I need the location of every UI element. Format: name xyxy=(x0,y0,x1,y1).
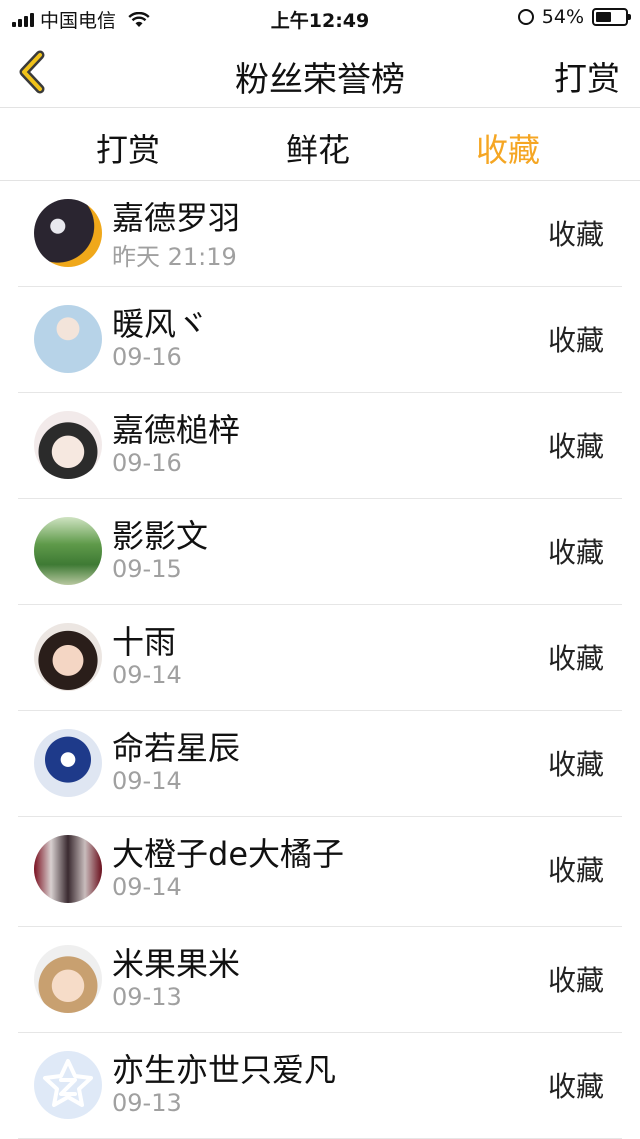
battery-percent: 54% xyxy=(541,6,584,28)
action-label: 收藏 xyxy=(547,964,604,997)
action-label: 收藏 xyxy=(547,536,604,569)
user-name: 十雨 xyxy=(112,623,177,661)
user-date: 09-13 xyxy=(112,1089,182,1117)
user-name: 命若星辰 xyxy=(112,729,241,767)
action-label: 收藏 xyxy=(547,324,604,357)
action-label: 收藏 xyxy=(547,430,604,463)
tab-favorites[interactable]: 收藏 xyxy=(476,125,540,171)
action-label: 收藏 xyxy=(547,748,604,781)
status-right: 54% xyxy=(517,6,631,28)
list-item[interactable]: 亦生亦世只爱凡 09-13 收藏 xyxy=(18,1033,622,1139)
user-date: 09-13 xyxy=(112,983,182,1011)
list-item[interactable]: 米果果米 09-13 收藏 xyxy=(18,927,622,1033)
user-date: 09-14 xyxy=(112,661,182,689)
user-date: 09-14 xyxy=(112,767,182,795)
user-date: 09-16 xyxy=(112,449,182,477)
avatar xyxy=(34,945,102,1013)
user-name: 暖风ヾ xyxy=(112,305,209,343)
list-item[interactable]: 大橙子de大橘子 09-14 收藏 xyxy=(18,817,622,927)
user-date: 09-14 xyxy=(112,873,182,901)
default-avatar-icon xyxy=(43,1059,93,1107)
avatar xyxy=(34,305,102,373)
fan-list: 嘉德罗羽 昨天 21:19 收藏 暖风ヾ 09-16 收藏 嘉德槌梓 09-16… xyxy=(0,181,640,1139)
battery-icon xyxy=(592,8,631,26)
avatar xyxy=(34,729,102,797)
tab-bar: 打赏 鲜花 收藏 xyxy=(0,109,640,181)
avatar xyxy=(34,1051,102,1119)
list-item[interactable]: 命若星辰 09-14 收藏 xyxy=(18,711,622,817)
list-item[interactable]: 暖风ヾ 09-16 收藏 xyxy=(18,287,622,393)
avatar xyxy=(34,199,102,267)
tip-button[interactable]: 打赏 xyxy=(554,52,620,100)
navigation-bar: 粉丝荣誉榜 打赏 xyxy=(0,36,640,108)
user-name: 影影文 xyxy=(112,517,209,555)
user-name: 嘉德罗羽 xyxy=(112,199,241,237)
action-label: 收藏 xyxy=(547,1070,604,1103)
list-item[interactable]: 影影文 09-15 收藏 xyxy=(18,499,622,605)
action-label: 收藏 xyxy=(547,642,604,675)
user-date: 09-15 xyxy=(112,555,182,583)
avatar xyxy=(34,517,102,585)
action-label: 收藏 xyxy=(547,218,604,251)
page-title: 粉丝荣誉榜 xyxy=(235,60,405,100)
list-item[interactable]: 嘉德槌梓 09-16 收藏 xyxy=(18,393,622,499)
user-name: 米果果米 xyxy=(112,945,241,983)
user-date: 昨天 21:19 xyxy=(112,243,237,271)
user-name: 嘉德槌梓 xyxy=(112,411,241,449)
list-item[interactable]: 嘉德罗羽 昨天 21:19 收藏 xyxy=(18,181,622,287)
action-label: 收藏 xyxy=(547,854,604,887)
battery-fill xyxy=(596,12,612,22)
user-name: 亦生亦世只爱凡 xyxy=(112,1051,337,1089)
tab-tip[interactable]: 打赏 xyxy=(96,125,160,171)
list-item[interactable]: 十雨 09-14 收藏 xyxy=(18,605,622,711)
user-date: 09-16 xyxy=(112,343,182,371)
tab-flowers[interactable]: 鲜花 xyxy=(286,125,350,171)
alarm-icon xyxy=(517,9,534,25)
status-bar: 中国电信 上午12:49 54% xyxy=(0,0,640,36)
avatar xyxy=(34,623,102,691)
user-name: 大橙子de大橘子 xyxy=(112,835,345,873)
avatar xyxy=(34,411,102,479)
avatar xyxy=(34,835,102,903)
